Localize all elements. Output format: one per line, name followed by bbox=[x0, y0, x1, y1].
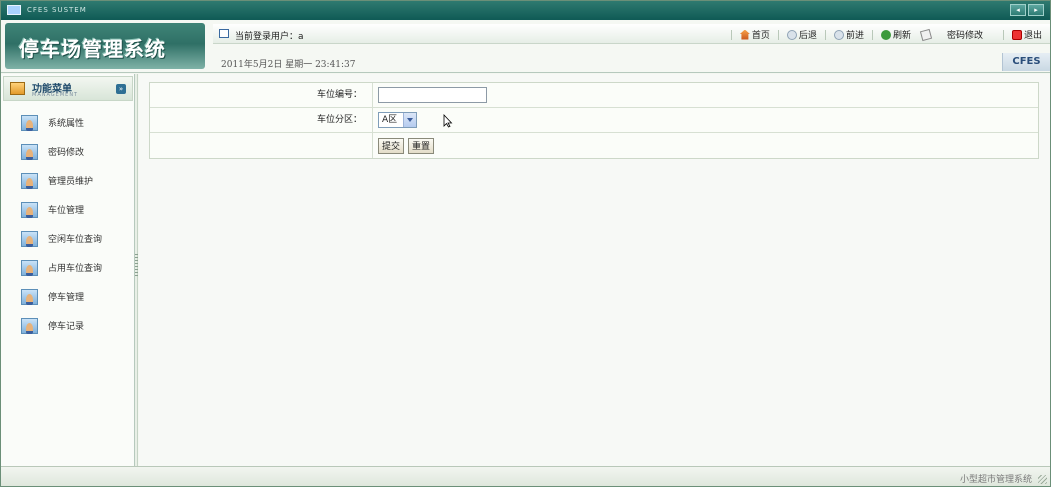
sidebar-header: 功能菜单 MANAGEMENT » bbox=[3, 76, 133, 101]
exit-icon bbox=[1011, 29, 1022, 40]
change-password-button[interactable]: 密码修改 bbox=[919, 27, 985, 42]
logo-text: 停车场管理系统 bbox=[19, 37, 166, 61]
main-content: 车位编号： 车位分区： A区 提交 重置 bbox=[139, 74, 1050, 466]
user-icon bbox=[21, 288, 38, 305]
exit-label: 退出 bbox=[1023, 31, 1042, 41]
toolbar-separator bbox=[824, 29, 826, 40]
header: 停车场管理系统 当前登录用户：a 首页 后退 前进 刷新 密码修改 退出 201… bbox=[1, 20, 1050, 73]
user-icon bbox=[21, 259, 38, 276]
sidebar: 功能菜单 MANAGEMENT » 系统属性 密码修改 管理员维护 车位管理 空… bbox=[1, 74, 135, 466]
status-text: 小型超市管理系统 bbox=[959, 475, 1032, 485]
sidebar-item-parking-records[interactable]: 停车记录 bbox=[1, 311, 135, 340]
toolbar: 首页 后退 前进 刷新 密码修改 退出 bbox=[730, 27, 1044, 42]
toolbar-separator bbox=[730, 29, 732, 40]
forward-arrow-icon bbox=[833, 29, 844, 40]
edit-icon bbox=[919, 28, 933, 41]
space-number-input[interactable] bbox=[378, 87, 487, 103]
sidebar-item-label: 空闲车位查询 bbox=[48, 235, 103, 245]
sidebar-item-label: 车位管理 bbox=[48, 206, 85, 216]
mouse-cursor-icon bbox=[443, 114, 453, 128]
window-next-button[interactable]: ▸ bbox=[1028, 4, 1044, 16]
chevron-down-icon[interactable] bbox=[403, 113, 416, 127]
current-user-label: 当前登录用户：a bbox=[235, 32, 304, 42]
toolbar-separator bbox=[871, 29, 873, 40]
toolbar-separator bbox=[1002, 29, 1004, 40]
back-button[interactable]: 后退 bbox=[785, 27, 819, 42]
sidebar-item-label: 占用车位查询 bbox=[48, 264, 103, 274]
menu-folder-icon bbox=[10, 82, 25, 95]
reset-button[interactable]: 重置 bbox=[408, 137, 435, 154]
sidebar-item-parking-management[interactable]: 停车管理 bbox=[1, 282, 135, 311]
status-bar: 小型超市管理系统 bbox=[1, 466, 1050, 486]
toolbar-separator bbox=[777, 29, 779, 40]
sidebar-splitter[interactable] bbox=[135, 74, 138, 466]
brand-tag: CFES bbox=[1002, 53, 1050, 71]
change-password-label: 密码修改 bbox=[946, 31, 983, 41]
form-value-cell: 提交 重置 bbox=[373, 133, 1038, 158]
form-row-space-number: 车位编号： bbox=[150, 83, 1038, 108]
form-value-cell: A区 bbox=[373, 108, 1038, 132]
zone-select[interactable]: A区 bbox=[378, 112, 417, 128]
window-titlebar: CFES SUSTEM ◂ ▸ bbox=[1, 1, 1050, 20]
window-title: CFES SUSTEM bbox=[27, 6, 87, 14]
forward-label: 前进 bbox=[845, 31, 864, 41]
refresh-icon bbox=[880, 29, 891, 40]
window-prev-button[interactable]: ◂ bbox=[1010, 4, 1026, 16]
user-icon bbox=[21, 230, 38, 247]
sidebar-item-label: 停车记录 bbox=[48, 322, 85, 332]
sidebar-item-admin-maintenance[interactable]: 管理员维护 bbox=[1, 166, 135, 195]
back-arrow-icon bbox=[786, 29, 797, 40]
home-button[interactable]: 首页 bbox=[738, 27, 772, 42]
user-row: 当前登录用户：a 首页 后退 前进 刷新 密码修改 退出 bbox=[213, 24, 1050, 44]
sidebar-item-space-management[interactable]: 车位管理 bbox=[1, 195, 135, 224]
menu-list: 系统属性 密码修改 管理员维护 车位管理 空闲车位查询 占用车位查询 停车管理 … bbox=[1, 108, 135, 340]
user-icon bbox=[21, 317, 38, 334]
resize-grip-icon[interactable] bbox=[1038, 475, 1047, 484]
sidebar-item-occupied-space-query[interactable]: 占用车位查询 bbox=[1, 253, 135, 282]
user-icon bbox=[21, 114, 38, 131]
splitter-grip[interactable] bbox=[135, 254, 138, 278]
collapse-icon[interactable]: » bbox=[116, 84, 126, 94]
form-value-cell bbox=[373, 83, 1038, 107]
parking-space-form: 车位编号： 车位分区： A区 提交 重置 bbox=[149, 82, 1039, 159]
refresh-button[interactable]: 刷新 bbox=[879, 27, 913, 42]
app-icon bbox=[7, 5, 21, 15]
window-controls: ◂ ▸ bbox=[1010, 4, 1044, 16]
form-row-actions: 提交 重置 bbox=[150, 133, 1038, 158]
sidebar-item-free-space-query[interactable]: 空闲车位查询 bbox=[1, 224, 135, 253]
submit-button[interactable]: 提交 bbox=[378, 137, 405, 154]
sidebar-subtitle: MANAGEMENT bbox=[32, 92, 79, 98]
user-icon bbox=[21, 201, 38, 218]
user-icon bbox=[21, 172, 38, 189]
app-window: CFES SUSTEM ◂ ▸ 停车场管理系统 当前登录用户：a 首页 后退 前… bbox=[0, 0, 1051, 487]
refresh-label: 刷新 bbox=[892, 31, 911, 41]
forward-button[interactable]: 前进 bbox=[832, 27, 866, 42]
home-icon bbox=[739, 29, 750, 40]
sidebar-item-label: 停车管理 bbox=[48, 293, 85, 303]
exit-button[interactable]: 退出 bbox=[1010, 27, 1044, 42]
sidebar-item-label: 系统属性 bbox=[48, 119, 85, 129]
back-label: 后退 bbox=[798, 31, 817, 41]
home-label: 首页 bbox=[751, 31, 770, 41]
form-empty-label bbox=[150, 133, 373, 158]
logo: 停车场管理系统 bbox=[5, 23, 205, 69]
window-icon bbox=[219, 29, 229, 38]
sidebar-item-label: 管理员维护 bbox=[48, 177, 94, 187]
sidebar-item-system-properties[interactable]: 系统属性 bbox=[1, 108, 135, 137]
zone-selected-value: A区 bbox=[382, 115, 398, 125]
sidebar-item-label: 密码修改 bbox=[48, 148, 85, 158]
space-number-label: 车位编号： bbox=[150, 83, 373, 107]
zone-label: 车位分区： bbox=[150, 108, 373, 132]
form-row-zone: 车位分区： A区 bbox=[150, 108, 1038, 133]
datetime: 2011年5月2日 星期一 23:41:37 bbox=[221, 60, 356, 70]
sidebar-item-change-password[interactable]: 密码修改 bbox=[1, 137, 135, 166]
user-icon bbox=[21, 143, 38, 160]
